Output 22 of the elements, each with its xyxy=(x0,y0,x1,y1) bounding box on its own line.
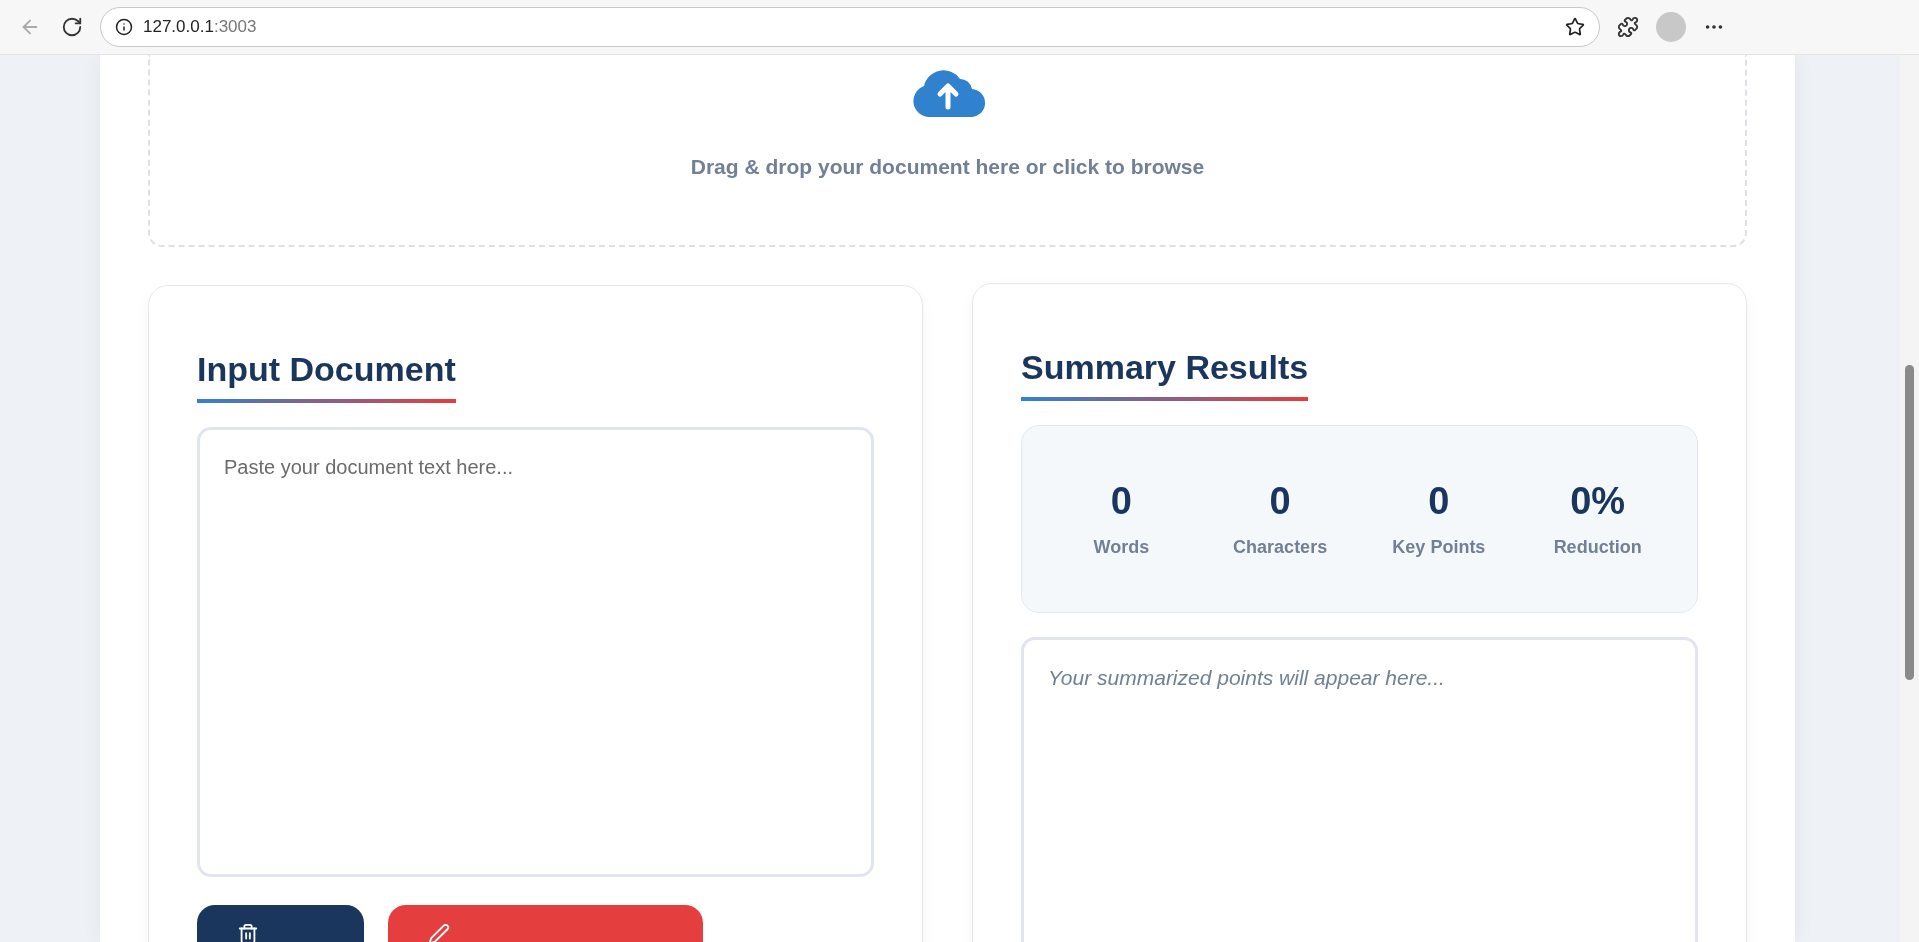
stat-label: Words xyxy=(1093,537,1150,558)
info-icon[interactable] xyxy=(115,18,133,36)
reload-icon[interactable] xyxy=(61,16,83,38)
stat-label: Reduction xyxy=(1553,537,1642,558)
scrollbar-thumb[interactable] xyxy=(1905,365,1914,680)
panel-title: Summary Results xyxy=(1021,348,1309,401)
summary-output-field[interactable]: Your summarized points will appear here... xyxy=(1021,637,1698,942)
output-placeholder: Your summarized points will appear here... xyxy=(1048,666,1445,689)
document-textarea[interactable]: Paste your document text here... xyxy=(197,427,874,877)
address-bar[interactable]: 127.0.0.1:3003 xyxy=(100,7,1600,47)
stat-label: Characters xyxy=(1233,537,1328,558)
stat-label: Key Points xyxy=(1392,537,1486,558)
stat-value: 0 xyxy=(1110,480,1132,523)
stat-value: 0 xyxy=(1269,480,1291,523)
panel-title: Input Document xyxy=(197,350,456,403)
pen-icon xyxy=(428,923,450,942)
favorite-star-icon[interactable] xyxy=(1565,17,1585,37)
stat-value: 0 xyxy=(1428,480,1450,523)
trash-icon xyxy=(237,923,259,942)
upload-dropzone[interactable]: Drag & drop your document here or click to browse xyxy=(148,55,1747,247)
dropzone-text: Drag & drop your document here or click to browse xyxy=(690,155,1205,179)
stat-value: 0% xyxy=(1570,480,1626,523)
